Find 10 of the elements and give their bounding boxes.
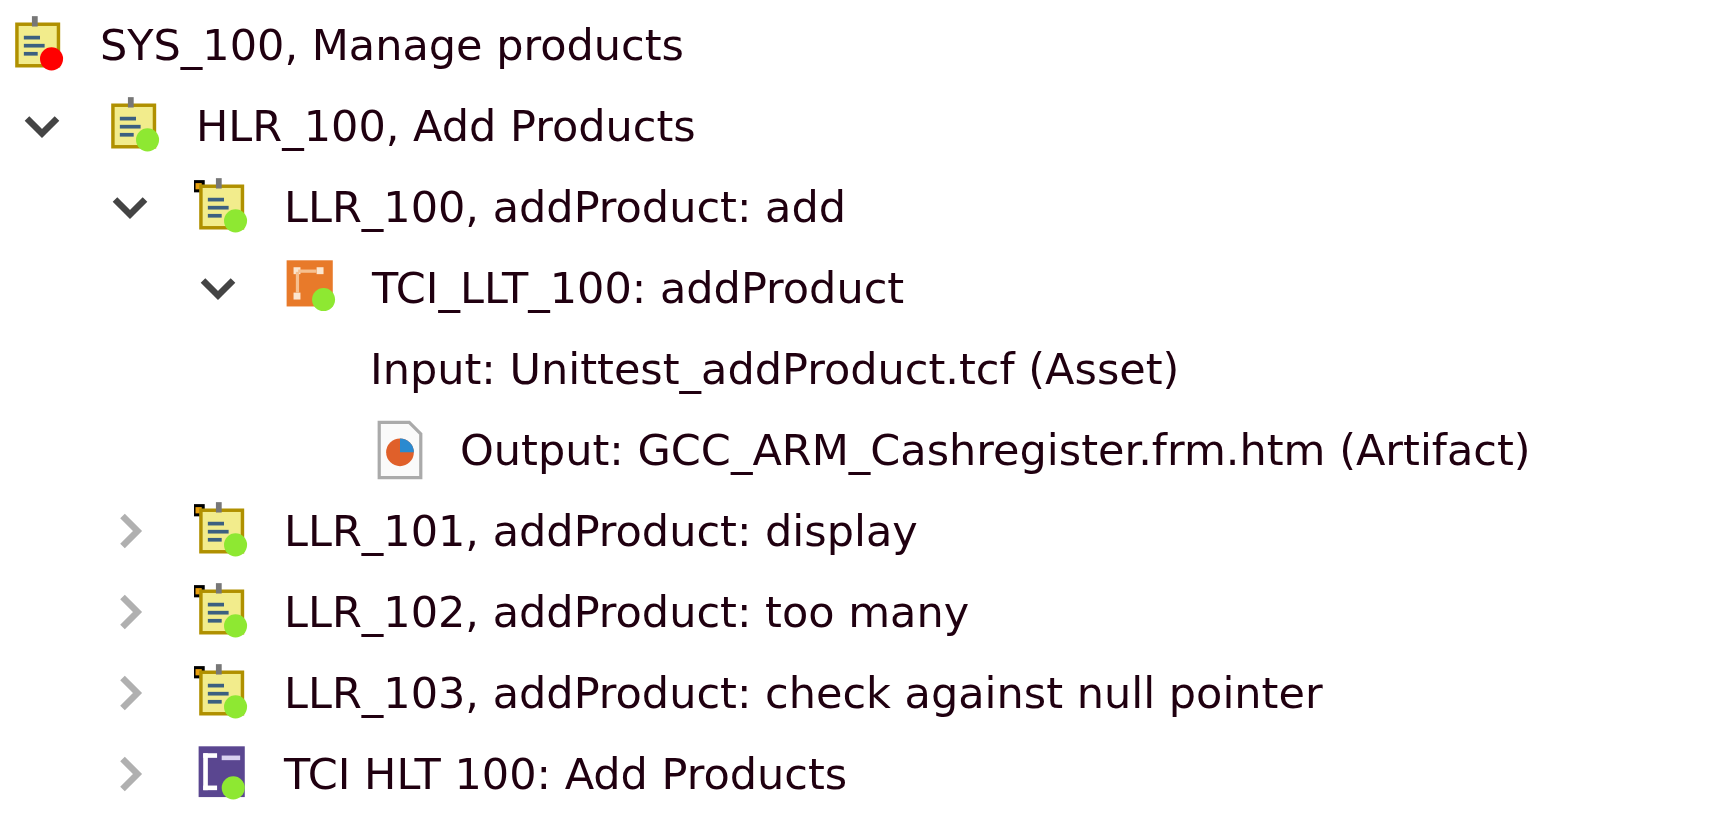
tree-item-label[interactable]: LLR_100, addProduct: add: [284, 181, 846, 232]
tree-item-label[interactable]: LLR_102, addProduct: too many: [284, 586, 970, 637]
tree-item-label[interactable]: Input: Unittest_addProduct.tcf (Asset): [370, 343, 1180, 394]
tree-item-label[interactable]: TCI HLT 100: Add Products: [284, 748, 848, 799]
tree-item-label[interactable]: TCI_LLT_100: addProduct: [372, 262, 905, 313]
tree-item-label[interactable]: HLR_100, Add Products: [196, 100, 696, 151]
tree-item-label[interactable]: LLR_103, addProduct: check against null pointer: [284, 667, 1323, 718]
tree-item-label[interactable]: LLR_101, addProduct: display: [284, 505, 918, 556]
tree-item-label[interactable]: SYS_100, Manage products: [100, 19, 685, 70]
tree-item-label[interactable]: Output: GCC_ARM_Cashregister.frm.htm (Artifact): [460, 424, 1531, 475]
